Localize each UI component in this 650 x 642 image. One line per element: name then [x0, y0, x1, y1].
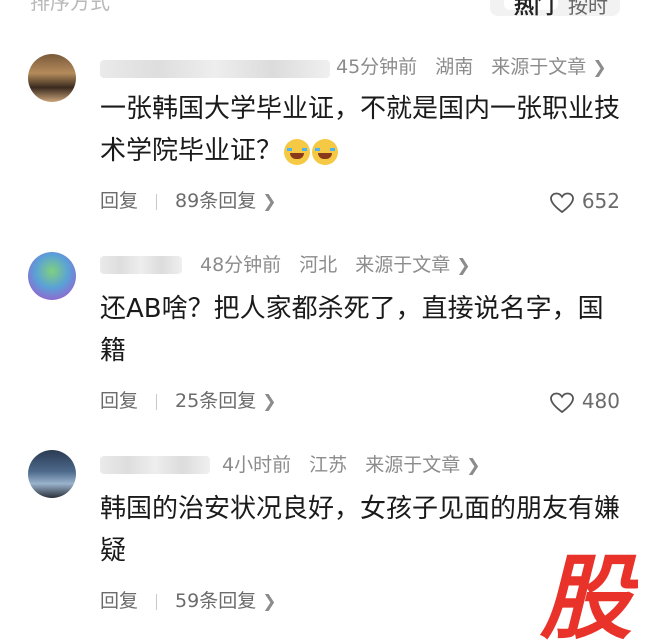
sort-toggle: 热门 按时 — [490, 0, 620, 19]
reply-button[interactable]: 回复 — [100, 390, 138, 412]
chevron-right-icon: ❯ — [592, 58, 607, 78]
username-blurred[interactable] — [100, 256, 182, 274]
source-link[interactable]: 来源于文章 ❯ — [355, 250, 482, 281]
comment-location: 河北 — [299, 254, 338, 276]
crying-laughing-emoji-icon — [284, 138, 311, 165]
comment-actions: 回复 89条回复 ❯ — [100, 186, 276, 216]
like-button[interactable]: 480 — [549, 386, 620, 416]
username-blurred[interactable] — [100, 456, 210, 474]
tab-time[interactable]: 按时 — [568, 0, 608, 19]
view-replies-link[interactable]: 25条回复 ❯ — [175, 390, 276, 412]
avatar[interactable] — [28, 252, 76, 300]
avatar[interactable] — [28, 450, 76, 498]
comment-time: 45分钟前 — [336, 56, 418, 78]
reply-button[interactable]: 回复 — [100, 590, 138, 612]
gu-watermark-logo: 股 — [539, 546, 638, 642]
comment-meta: 45分钟前 湖南 来源于文章 ❯ — [336, 52, 631, 82]
crying-laughing-emoji-icon — [312, 138, 339, 165]
avatar[interactable] — [28, 54, 76, 102]
chevron-right-icon: ❯ — [262, 592, 277, 612]
tab-hot[interactable]: 热门 — [504, 0, 558, 18]
heart-icon — [549, 392, 574, 413]
comment-location: 湖南 — [435, 56, 474, 78]
source-link[interactable]: 来源于文章 ❯ — [365, 450, 492, 481]
like-count: 652 — [581, 189, 620, 213]
chevron-right-icon: ❯ — [262, 392, 277, 412]
divider — [156, 393, 158, 410]
like-count: 480 — [581, 389, 620, 413]
comment-text: 还AB啥？把人家都杀死了，直接说名字，国籍 — [100, 294, 604, 366]
heart-icon — [549, 192, 574, 213]
reply-button[interactable]: 回复 — [100, 190, 138, 212]
username-blurred[interactable] — [100, 60, 330, 78]
like-button[interactable]: 652 — [549, 186, 620, 216]
comment-time: 4小时前 — [222, 454, 292, 476]
view-replies-link[interactable]: 89条回复 ❯ — [175, 190, 276, 212]
comment-time: 48分钟前 — [200, 254, 282, 276]
comment-text: 一张韩国大学毕业证，不就是国内一张职业技术学院毕业证？ — [100, 94, 621, 166]
sort-label: 排序方式 — [30, 0, 110, 14]
comment-meta: 48分钟前 河北 来源于文章 ❯ — [200, 250, 495, 280]
chevron-right-icon: ❯ — [456, 256, 471, 276]
view-replies-link[interactable]: 59条回复 ❯ — [175, 590, 276, 612]
comment-location: 江苏 — [309, 454, 348, 476]
source-link[interactable]: 来源于文章 ❯ — [491, 52, 618, 83]
chevron-right-icon: ❯ — [262, 192, 277, 212]
comment-actions: 回复 59条回复 ❯ — [100, 586, 276, 616]
comment-meta: 4小时前 江苏 来源于文章 ❯ — [222, 450, 504, 480]
chevron-right-icon: ❯ — [466, 456, 481, 476]
watermark-glyph: 股 — [539, 546, 638, 642]
sort-bar: 排序方式 热门 按时 — [0, 0, 650, 20]
divider — [156, 593, 158, 610]
divider — [156, 193, 158, 210]
comment-actions: 回复 25条回复 ❯ — [100, 386, 276, 416]
